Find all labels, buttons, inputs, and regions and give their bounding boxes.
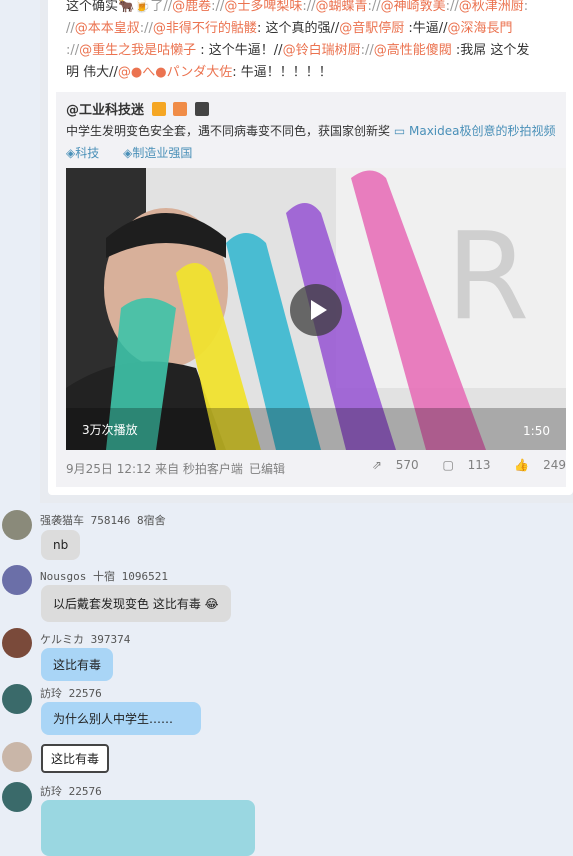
repost-text-segment: :// (367, 0, 381, 14)
avatar[interactable] (2, 684, 32, 714)
repost-text-segment: : 牛逼！！！！！ (232, 65, 332, 80)
user-mention-link[interactable]: @高性能傻閥 (374, 43, 452, 58)
repost-text-segment: :// (211, 0, 225, 14)
original-post: @工业科技迷 中学生发明变色安全套，遇不同病毒变不同色，获国家创新奖 ▭ Max… (56, 92, 566, 487)
avatar[interactable] (2, 565, 32, 595)
thumbs-up-icon: 👍 (514, 458, 534, 472)
username: 訪玲 (40, 785, 62, 798)
username: Nousgos (40, 570, 87, 583)
user-mention-link[interactable]: @蝴蝶青 (315, 0, 367, 14)
repost-text-segment: :// (66, 43, 80, 58)
member-icon (194, 102, 209, 116)
user-mention-link[interactable]: @非得不行的骷髅 (153, 21, 257, 36)
message-bubble: 为什么别人中学生…… (41, 702, 201, 735)
avatar[interactable] (2, 782, 32, 812)
user-mention-link[interactable]: @秋津洲厨 (459, 0, 524, 14)
repost-text-segment: 明 伟大// (66, 65, 118, 80)
edited-label: 已编辑 (248, 462, 285, 476)
username: ケルミカ (40, 633, 84, 646)
comment-button[interactable]: ▢ 113 (432, 458, 490, 472)
repost-button[interactable]: ⇗ 570 (362, 458, 419, 472)
repost-text-segment: :// (360, 43, 374, 58)
user-mention-link[interactable]: @重生之我是咕懒子 (79, 43, 196, 58)
post-meta: 9月25日 12:12 来自 秒拍客户端 已编辑 (66, 460, 285, 477)
repost-text-segment: :我屌 这个发 (451, 43, 530, 58)
repost-text-segment: : 这个真的强// (256, 21, 340, 36)
username: 訪玲 (40, 687, 62, 700)
user-mention-link[interactable]: @深海長門 (448, 21, 513, 36)
repost-text-segment: 🐂🍺 (118, 0, 151, 14)
repost-text-segment: 这个确实 (66, 0, 119, 14)
user-mention-link[interactable]: @士多啤梨味 (224, 0, 302, 14)
repost-text-segment: 了// (150, 0, 173, 14)
badge-icon (173, 102, 188, 116)
tag-keji[interactable]: ◈科技 (66, 146, 109, 160)
avatar[interactable] (2, 742, 32, 772)
video-link[interactable]: ▭ Maxidea极创意的秒拍视频 (394, 124, 556, 138)
repost-text-segment: :牛逼// (404, 21, 448, 36)
tag-zhizao[interactable]: ◈制造业强国 (123, 146, 202, 160)
message-bubble: 这比有毒 (41, 744, 110, 773)
message-bubble: 这比有毒 (41, 648, 114, 681)
avatar[interactable] (2, 510, 32, 540)
weibo-post: 这个确实🐂🍺了//@鹿卷://@士多啤梨味://@蝴蝶青://@神崎敦美://@… (48, 0, 573, 495)
username: 强袭猫车 (40, 514, 84, 527)
user-mention-link[interactable]: @铃白瑞树厨 (283, 43, 361, 58)
repost-line-2: //@本本皇叔://@非得不行的骷髅: 这个真的强//@音駅停厨 :牛逼//@深… (66, 18, 566, 40)
user-id: 1096521 (121, 570, 168, 583)
message-bubble (41, 800, 255, 856)
repost-icon: ⇗ (371, 458, 386, 472)
user-mention-link[interactable]: @本本皇叔 (75, 21, 140, 36)
like-button[interactable]: 👍 249 (504, 458, 566, 472)
user-mention-link[interactable]: @鹿卷 (172, 0, 211, 14)
user-mention-link[interactable]: @神崎敦美 (381, 0, 446, 14)
repost-text-segment: : 这个牛逼！// (196, 43, 283, 58)
repost-chain-text: 这个确实🐂🍺了//@鹿卷://@士多啤梨味://@蝴蝶青://@神崎敦美://@… (66, 0, 566, 84)
user-id: 758146 (90, 514, 131, 527)
repost-text-segment: : (523, 0, 529, 14)
original-text: 中学生发明变色安全套，遇不同病毒变不同色，获国家创新奖 ▭ Maxidea极创意… (66, 124, 556, 138)
laughing-tears-icon: 😂 (204, 597, 219, 611)
verified-v-icon (151, 102, 166, 116)
message-bubble: 以后戴套发现变色 这比有毒 😂 (41, 585, 231, 622)
user-id: 397374 (90, 633, 131, 646)
video-player[interactable]: R 3万次播放 1:50 (66, 168, 566, 450)
user-group: 十宿 (92, 570, 115, 583)
user-id: 22576 (68, 687, 102, 700)
repost-line-4: 明 伟大//@●へ●パンダ大佐: 牛逼！！！！！ (66, 62, 566, 84)
post-stats: ⇗ 570 ▢ 113 👍 249 (352, 458, 566, 472)
repost-text-segment: :// (139, 21, 153, 36)
weibo-post-card: 这个确实🐂🍺了//@鹿卷://@士多啤梨味://@蝴蝶青://@神崎敦美://@… (40, 0, 573, 503)
video-link-icon: ▭ (393, 124, 409, 138)
video-duration: 1:50 (523, 424, 550, 438)
user-id: 22576 (68, 785, 102, 798)
repost-text-segment: :// (445, 0, 459, 14)
comment-icon: ▢ (442, 458, 458, 472)
user-group: 8宿舍 (137, 514, 166, 527)
play-button[interactable] (290, 284, 342, 336)
svg-text:R: R (446, 208, 529, 347)
repost-line-3: ://@重生之我是咕懒子 : 这个牛逼！//@铃白瑞树厨://@高性能傻閥 :我… (66, 40, 566, 62)
user-mention-link[interactable]: @音駅停厨 (339, 21, 404, 36)
repost-text-segment: :// (302, 0, 316, 14)
post-date-source[interactable]: 9月25日 12:12 来自 秒拍客户端 (66, 462, 243, 476)
repost-text-segment: // (66, 21, 75, 36)
user-mention-link[interactable]: @●へ●パンダ大佐 (118, 65, 232, 80)
play-count: 3万次播放 (82, 423, 138, 437)
topic-tags: ◈科技 ◈制造业强国 (66, 144, 212, 161)
avatar[interactable] (2, 628, 32, 658)
original-author-link[interactable]: @工业科技迷 (66, 103, 144, 118)
repost-line-1: 这个确实🐂🍺了//@鹿卷://@士多啤梨味://@蝴蝶青://@神崎敦美://@… (66, 0, 566, 18)
message-bubble: nb (41, 530, 81, 560)
